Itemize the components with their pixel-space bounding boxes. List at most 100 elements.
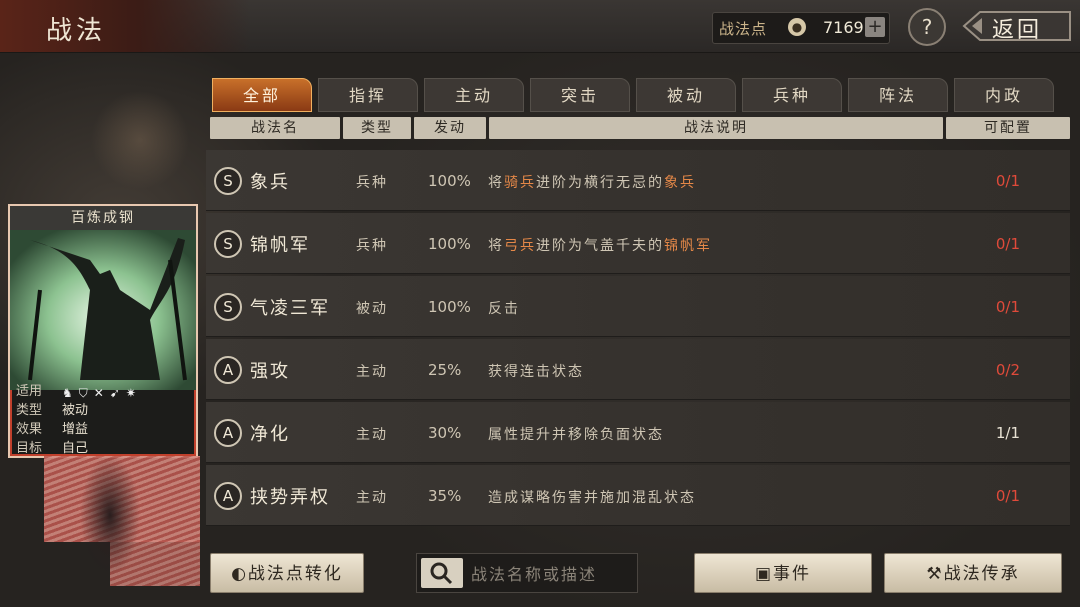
category-tabs: 全部 指挥 主动 突击 被动 兵种 阵法 内政 bbox=[210, 78, 1076, 114]
description-highlight: 弓兵 bbox=[504, 238, 536, 254]
tactic-row[interactable]: S 锦帆军 兵种 100% 将弓兵进阶为气盖千夫的锦帆军 0/1 bbox=[206, 213, 1070, 274]
description-text: 造成谋略伤害并施加混乱状态 bbox=[488, 490, 696, 506]
tactic-points-label: 战法点 bbox=[719, 20, 768, 38]
hero-portrait-background bbox=[40, 70, 210, 210]
card-row-effect: 效果 增益 bbox=[10, 420, 196, 439]
column-header-type[interactable]: 类型 bbox=[343, 117, 411, 139]
tactic-count: 1/1 bbox=[995, 424, 1020, 442]
tab-formation[interactable]: 阵法 bbox=[848, 78, 948, 112]
back-button[interactable]: 返回 bbox=[958, 8, 1076, 44]
description-text: 将 bbox=[488, 175, 504, 191]
tab-passive[interactable]: 被动 bbox=[636, 78, 736, 112]
tactic-name: 强攻 bbox=[250, 361, 290, 382]
tactic-row[interactable]: A 强攻 主动 25% 获得连击状态 0/2 bbox=[206, 339, 1070, 400]
column-header-description: 战法说明 bbox=[489, 117, 943, 139]
grade-badge: S bbox=[214, 230, 242, 258]
tactic-row[interactable]: S 象兵 兵种 100% 将骑兵进阶为横行无忌的象兵 0/1 bbox=[206, 150, 1070, 211]
column-header-rate[interactable]: 发动 bbox=[414, 117, 486, 139]
tab-troop[interactable]: 兵种 bbox=[742, 78, 842, 112]
tactic-points-icon: ● bbox=[788, 18, 806, 36]
search-icon bbox=[430, 562, 453, 585]
card-row-value: 增益 bbox=[62, 422, 89, 437]
page-title: 战法 bbox=[46, 16, 107, 46]
tab-internal-affairs[interactable]: 内政 bbox=[954, 78, 1054, 112]
selected-tactic-card[interactable]: 百炼成钢 适用 ♞⛉✕➹✷ 类型 被动 效果 增益 目标 bbox=[8, 204, 198, 458]
grade-badge: A bbox=[214, 419, 242, 447]
card-shadow bbox=[70, 440, 150, 590]
tactic-inherit-label: 战法传承 bbox=[943, 564, 1020, 584]
tab-active[interactable]: 主动 bbox=[424, 78, 524, 112]
grade-badge: S bbox=[214, 293, 242, 321]
card-row-key: 类型 bbox=[16, 403, 43, 418]
tab-assault[interactable]: 突击 bbox=[530, 78, 630, 112]
card-row-type: 类型 被动 bbox=[10, 401, 196, 420]
card-row-value: 被动 bbox=[62, 403, 89, 418]
card-title: 百炼成钢 bbox=[10, 206, 196, 230]
description-highlight: 象兵 bbox=[664, 175, 696, 191]
tactic-count: 0/1 bbox=[995, 487, 1020, 505]
description-text: 属性提升并移除负面状态 bbox=[488, 427, 664, 443]
tactic-type: 兵种 bbox=[356, 175, 388, 191]
title-plate bbox=[0, 0, 250, 52]
tactic-rate: 25% bbox=[428, 361, 462, 379]
grade-badge: A bbox=[214, 482, 242, 510]
add-points-button[interactable]: + bbox=[865, 17, 885, 37]
card-row-applicable: 适用 ♞⛉✕➹✷ bbox=[10, 382, 196, 401]
tactic-name: 挟势弄权 bbox=[250, 487, 330, 508]
tactic-row[interactable]: S 气凌三军 被动 100% 反击 0/1 bbox=[206, 276, 1070, 337]
events-icon: ▣ bbox=[754, 564, 774, 584]
tactic-list: S 象兵 兵种 100% 将骑兵进阶为横行无忌的象兵 0/1 S 锦帆军 兵种 100% 将弓兵进阶… bbox=[206, 150, 1070, 530]
warrior-art-icon bbox=[10, 230, 196, 390]
top-bar: 战法 战法点 ● 7169 + ? 返回 bbox=[0, 0, 1080, 53]
tab-command[interactable]: 指挥 bbox=[318, 78, 418, 112]
tactic-row[interactable]: A 挟势弄权 主动 35% 造成谋略伤害并施加混乱状态 0/1 bbox=[206, 465, 1070, 526]
tactic-type: 兵种 bbox=[356, 238, 388, 254]
tactic-description: 造成谋略伤害并施加混乱状态 bbox=[488, 487, 696, 507]
tactic-count: 0/2 bbox=[995, 361, 1020, 379]
tactic-points-display: 战法点 ● 7169 + bbox=[712, 12, 890, 44]
back-button-label: 返回 bbox=[992, 18, 1043, 43]
search-input[interactable] bbox=[469, 558, 633, 590]
horse-icon: ♞ bbox=[62, 386, 79, 400]
events-label: 事件 bbox=[773, 564, 812, 584]
search-bar bbox=[416, 553, 638, 593]
hammer-icon: ⚒ bbox=[926, 564, 944, 584]
shield-icon: ⛉ bbox=[78, 386, 94, 400]
tactic-name: 象兵 bbox=[250, 172, 290, 193]
description-text: 将 bbox=[488, 238, 504, 254]
tactic-name: 气凌三军 bbox=[250, 298, 330, 319]
tactic-rate: 30% bbox=[428, 424, 462, 442]
convert-icon: ◐ bbox=[231, 564, 248, 584]
grade-badge: S bbox=[214, 167, 242, 195]
tactic-count: 0/1 bbox=[995, 235, 1020, 253]
card-row-key: 效果 bbox=[16, 422, 43, 437]
tactic-description: 将弓兵进阶为气盖千夫的锦帆军 bbox=[488, 235, 712, 255]
tactic-type: 被动 bbox=[356, 301, 388, 317]
column-header-name[interactable]: 战法名 bbox=[210, 117, 340, 139]
tactic-count: 0/1 bbox=[995, 172, 1020, 190]
tactic-points-value: 7169 bbox=[823, 18, 864, 37]
description-highlight: 锦帆军 bbox=[664, 238, 712, 254]
grade-badge: A bbox=[214, 356, 242, 384]
convert-points-label: 战法点转化 bbox=[247, 564, 343, 584]
tactic-name: 净化 bbox=[250, 424, 290, 445]
tactic-inherit-button[interactable]: ⚒战法传承 bbox=[884, 553, 1062, 593]
bow-icon: ✕ bbox=[93, 386, 110, 400]
tactic-description: 属性提升并移除负面状态 bbox=[488, 424, 664, 444]
search-button[interactable] bbox=[421, 558, 463, 588]
tactic-name: 锦帆军 bbox=[250, 235, 310, 256]
description-text: 进阶为气盖千夫的 bbox=[536, 238, 664, 254]
column-header-count[interactable]: 可配置 bbox=[946, 117, 1070, 139]
help-button[interactable]: ? bbox=[908, 8, 946, 46]
convert-points-button[interactable]: ◐战法点转化 bbox=[210, 553, 364, 593]
tab-all[interactable]: 全部 bbox=[212, 78, 312, 112]
tactic-rate: 100% bbox=[428, 235, 471, 253]
events-button[interactable]: ▣事件 bbox=[694, 553, 872, 593]
spear-icon: ➹ bbox=[109, 386, 126, 400]
wheel-icon: ✷ bbox=[125, 386, 142, 400]
tactic-description: 反击 bbox=[488, 298, 520, 318]
tactic-type: 主动 bbox=[356, 490, 388, 506]
tactic-row[interactable]: A 净化 主动 30% 属性提升并移除负面状态 1/1 bbox=[206, 402, 1070, 463]
description-highlight: 骑兵 bbox=[504, 175, 536, 191]
description-text: 获得连击状态 bbox=[488, 364, 584, 380]
